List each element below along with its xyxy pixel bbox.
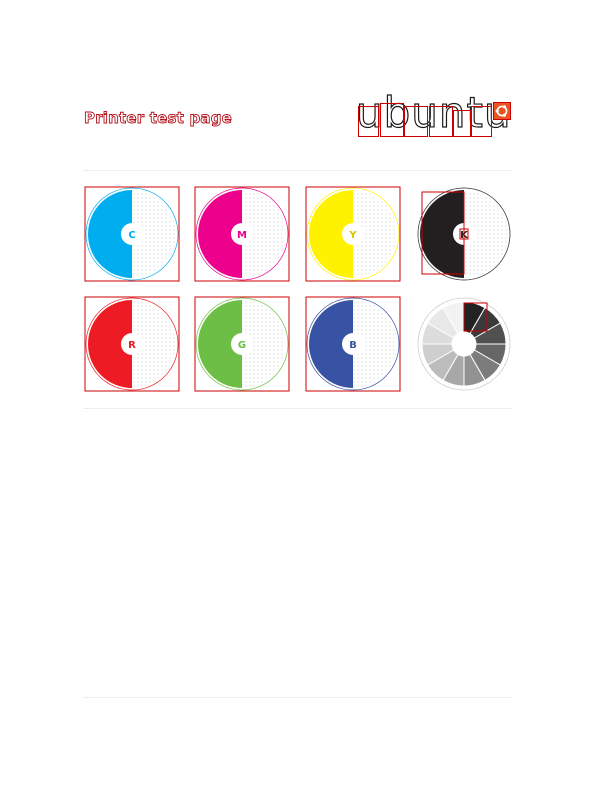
- swatch-k: K: [417, 187, 511, 281]
- swatch-g: G: [194, 296, 290, 392]
- swatch-m: M: [194, 186, 290, 282]
- swatch-y: Y: [305, 186, 401, 282]
- swatch-label: Y: [348, 230, 357, 241]
- gray-wheel: [417, 297, 511, 391]
- swatch-label: M: [237, 230, 247, 241]
- swatch-label: G: [238, 340, 246, 351]
- swatch-r: R: [84, 296, 180, 392]
- swatch-label: B: [349, 340, 357, 351]
- swatch-label: R: [128, 340, 136, 351]
- swatch-label: C: [128, 230, 135, 241]
- swatch-c: C: [84, 186, 180, 282]
- colour-test-grid: C M Y K R G B: [84, 186, 511, 392]
- test-page: Printer test page ubuntu CMYKRGB: [0, 0, 596, 791]
- swatch-b: B: [305, 296, 401, 392]
